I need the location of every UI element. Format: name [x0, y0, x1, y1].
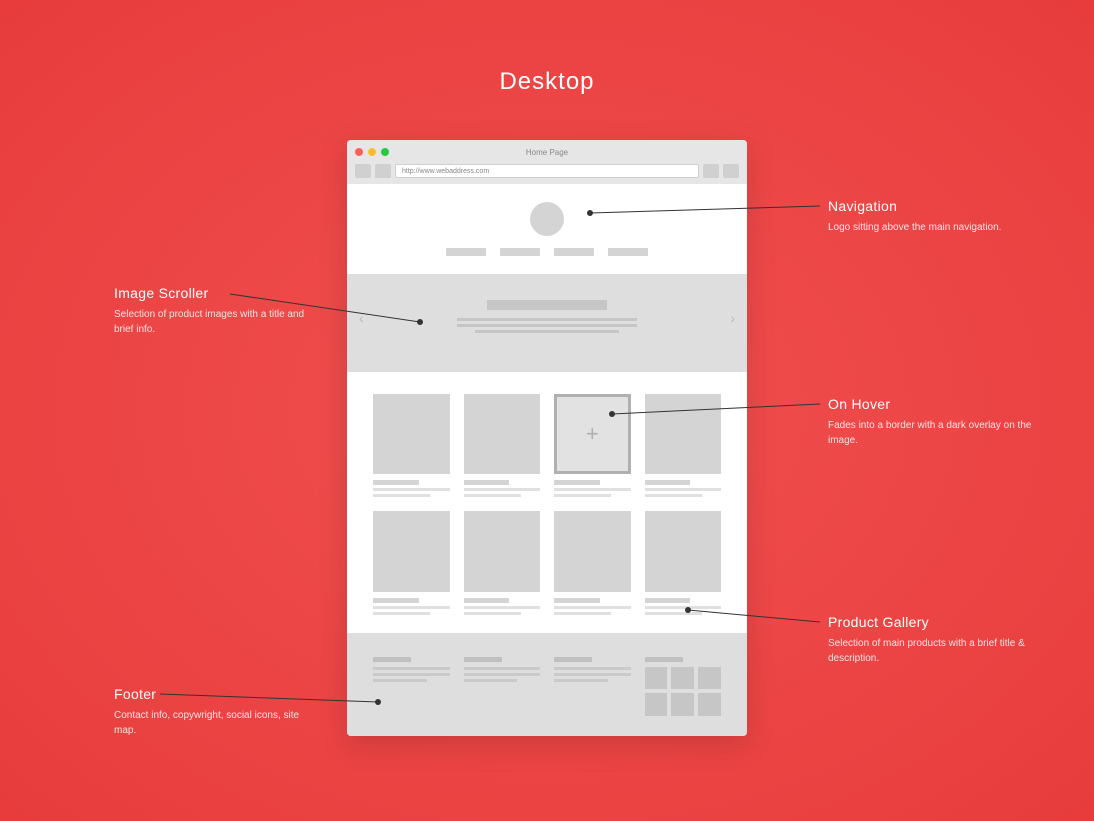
product-card[interactable] [464, 394, 541, 497]
nav-item[interactable] [500, 248, 540, 256]
annotation-desc: Fades into a border with a dark overlay … [828, 418, 1038, 448]
product-card-hover[interactable]: + [554, 394, 631, 497]
chevron-left-icon[interactable]: ‹ [359, 310, 364, 326]
browser-chrome: Home Page http://www.webaddress.com [347, 140, 747, 184]
toolbar-button[interactable] [723, 164, 739, 178]
social-icon[interactable] [645, 693, 668, 716]
product-card[interactable] [645, 511, 722, 614]
annotation-scroller: Image Scroller Selection of product imag… [114, 285, 324, 337]
page-title: Desktop [0, 0, 1094, 96]
product-card[interactable] [373, 394, 450, 497]
annotation-title: Footer [114, 686, 324, 702]
product-card[interactable] [554, 511, 631, 614]
nav-items [347, 248, 747, 256]
browser-window: Home Page http://www.webaddress.com ‹ › [347, 140, 747, 736]
logo-placeholder[interactable] [530, 202, 564, 236]
annotation-hover: On Hover Fades into a border with a dark… [828, 396, 1038, 448]
scroller-content [457, 300, 637, 336]
text-line [457, 318, 637, 321]
social-icon[interactable] [671, 693, 694, 716]
annotation-gallery: Product Gallery Selection of main produc… [828, 614, 1038, 666]
footer-column [554, 657, 631, 717]
text-line [475, 330, 619, 333]
product-card[interactable] [645, 394, 722, 497]
social-icon[interactable] [671, 667, 694, 690]
plus-icon: + [554, 394, 631, 474]
text-line [457, 324, 637, 327]
scroller-title-placeholder [487, 300, 607, 310]
footer-column-social [645, 657, 722, 717]
tab-title: Home Page [355, 148, 739, 157]
social-icon[interactable] [645, 667, 668, 690]
navigation-section [347, 184, 747, 274]
footer-column [373, 657, 450, 717]
footer-section [347, 643, 747, 737]
product-card[interactable] [373, 511, 450, 614]
annotation-title: On Hover [828, 396, 1038, 412]
annotation-title: Image Scroller [114, 285, 324, 301]
annotation-desc: Logo sitting above the main navigation. [828, 220, 1038, 235]
footer-column [464, 657, 541, 717]
toolbar-button[interactable] [703, 164, 719, 178]
product-card[interactable] [464, 511, 541, 614]
back-button[interactable] [355, 164, 371, 178]
annotation-title: Navigation [828, 198, 1038, 214]
social-icon[interactable] [698, 667, 721, 690]
chevron-right-icon[interactable]: › [730, 310, 735, 326]
annotation-desc: Contact info, copywright, social icons, … [114, 708, 324, 738]
nav-item[interactable] [446, 248, 486, 256]
social-icon[interactable] [698, 693, 721, 716]
nav-item[interactable] [608, 248, 648, 256]
url-bar[interactable]: http://www.webaddress.com [395, 164, 699, 178]
nav-item[interactable] [554, 248, 594, 256]
annotation-desc: Selection of main products with a brief … [828, 636, 1038, 666]
forward-button[interactable] [375, 164, 391, 178]
annotation-navigation: Navigation Logo sitting above the main n… [828, 198, 1038, 235]
annotation-desc: Selection of product images with a title… [114, 307, 324, 337]
product-gallery: + [347, 372, 747, 633]
annotation-title: Product Gallery [828, 614, 1038, 630]
image-scroller: ‹ › [347, 274, 747, 362]
annotation-footer: Footer Contact info, copywright, social … [114, 686, 324, 738]
